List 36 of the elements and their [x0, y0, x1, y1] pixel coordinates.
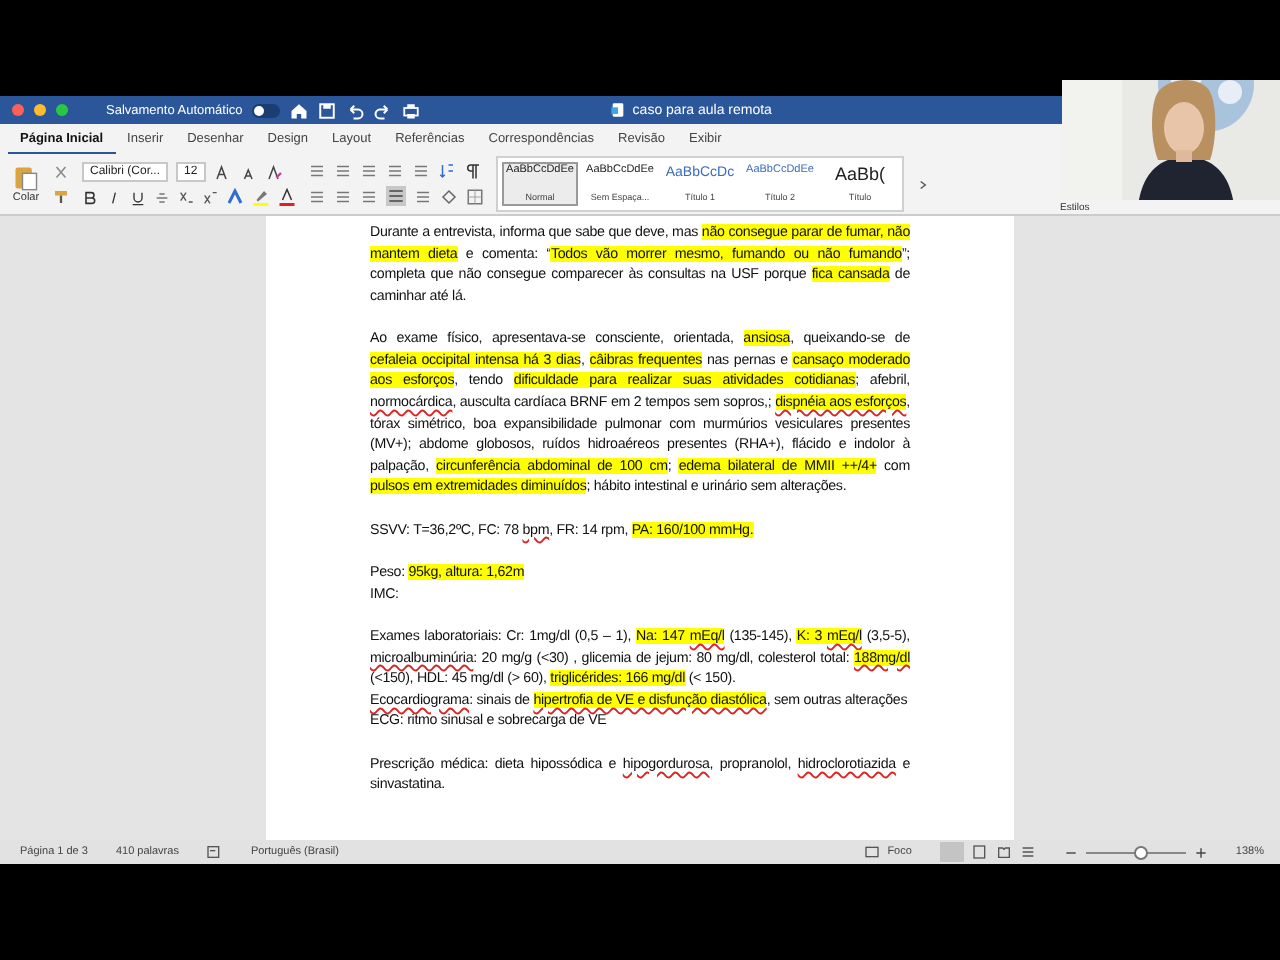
underline-icon[interactable] [130, 189, 146, 205]
home-icon[interactable] [290, 101, 309, 119]
web-layout-icon[interactable] [971, 844, 988, 860]
close-icon[interactable] [12, 104, 24, 116]
highlighter-icon[interactable] [252, 188, 270, 206]
save-icon[interactable] [318, 101, 337, 119]
sort-icon[interactable] [438, 162, 456, 180]
strikethrough-icon[interactable] [154, 189, 170, 205]
next-icon[interactable] [916, 177, 930, 191]
clear-format-icon[interactable] [265, 163, 284, 181]
bold-icon[interactable] [82, 189, 98, 205]
autosave-toggle[interactable] [252, 103, 281, 117]
cut-icon[interactable] [52, 163, 70, 181]
text-effects-icon[interactable] [226, 188, 244, 206]
zoom-icon[interactable] [56, 104, 68, 116]
borders-icon[interactable] [466, 187, 484, 205]
zoom-in-icon[interactable] [1193, 845, 1208, 859]
pilcrow-icon[interactable] [464, 162, 482, 180]
focus-icon[interactable] [863, 844, 880, 860]
subscript-icon[interactable] [178, 189, 194, 205]
document-icon [610, 102, 627, 118]
italic-icon[interactable] [106, 189, 122, 205]
print-icon[interactable] [402, 101, 421, 119]
format-painter-icon[interactable] [52, 187, 70, 205]
redo-icon[interactable] [374, 101, 393, 119]
proofing-icon[interactable] [206, 844, 223, 860]
minimize-icon[interactable] [34, 104, 46, 116]
shading-icon[interactable] [440, 187, 458, 205]
shrink-font-icon[interactable] [239, 163, 258, 181]
grow-font-icon[interactable] [213, 163, 232, 181]
font-color-icon[interactable] [278, 188, 296, 206]
justify-icon[interactable] [386, 186, 406, 206]
superscript-icon[interactable] [202, 189, 218, 205]
zoom-slider-thumb[interactable] [1134, 846, 1149, 860]
undo-icon[interactable] [346, 101, 365, 119]
read-mode-icon[interactable] [995, 844, 1012, 860]
